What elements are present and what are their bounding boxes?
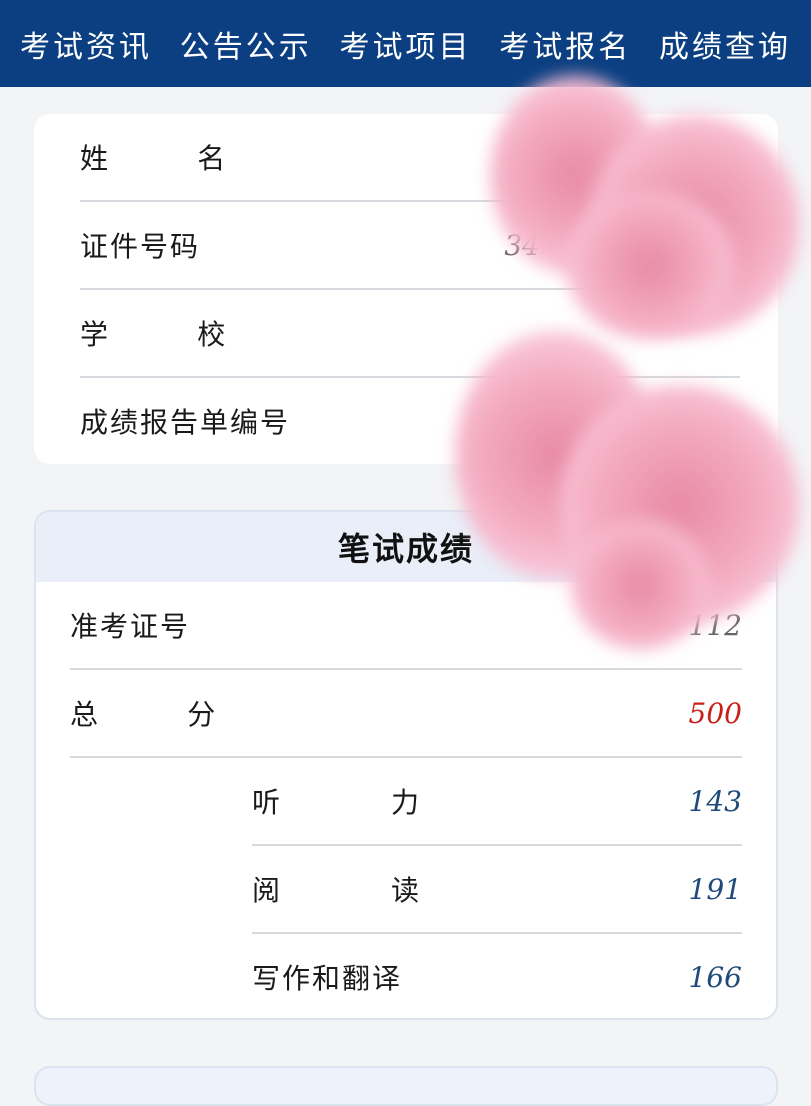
ticket-label: 准考证号 <box>70 610 191 643</box>
reading-label: 阅 读 <box>252 874 422 907</box>
nav-item-score-query[interactable]: 成绩查询 <box>659 22 791 66</box>
listening-row: 听 力 143 <box>252 758 742 844</box>
school-label: 学 校 <box>80 318 228 351</box>
reading-value: 191 <box>688 872 742 906</box>
reading-row: 阅 读 191 <box>252 846 742 932</box>
next-section-card <box>34 1066 778 1106</box>
report-number-label: 成绩报告单编号 <box>80 406 291 439</box>
privacy-blur-sticker <box>565 190 735 340</box>
nav-item-registration[interactable]: 考试报名 <box>499 22 631 66</box>
writing-translation-row: 写作和翻译 166 <box>252 934 742 1018</box>
listening-label: 听 力 <box>252 786 422 819</box>
total-score-label: 总 分 <box>70 698 218 731</box>
top-nav: 考试资讯 公告公示 考试项目 考试报名 成绩查询 <box>0 0 811 87</box>
writing-translation-label: 写作和翻译 <box>252 962 403 995</box>
writing-translation-value: 166 <box>688 960 742 994</box>
nav-item-announcements[interactable]: 公告公示 <box>180 22 312 66</box>
nav-item-exam-news[interactable]: 考试资讯 <box>20 22 152 66</box>
total-score-row: 总 分 500 <box>70 670 742 756</box>
nav-item-exam-projects[interactable]: 考试项目 <box>340 22 472 66</box>
total-score-value: 500 <box>688 696 742 730</box>
name-label: 姓 名 <box>80 142 228 175</box>
privacy-blur-sticker <box>570 520 710 650</box>
listening-value: 143 <box>688 784 742 818</box>
id-number-label: 证件号码 <box>80 230 201 263</box>
